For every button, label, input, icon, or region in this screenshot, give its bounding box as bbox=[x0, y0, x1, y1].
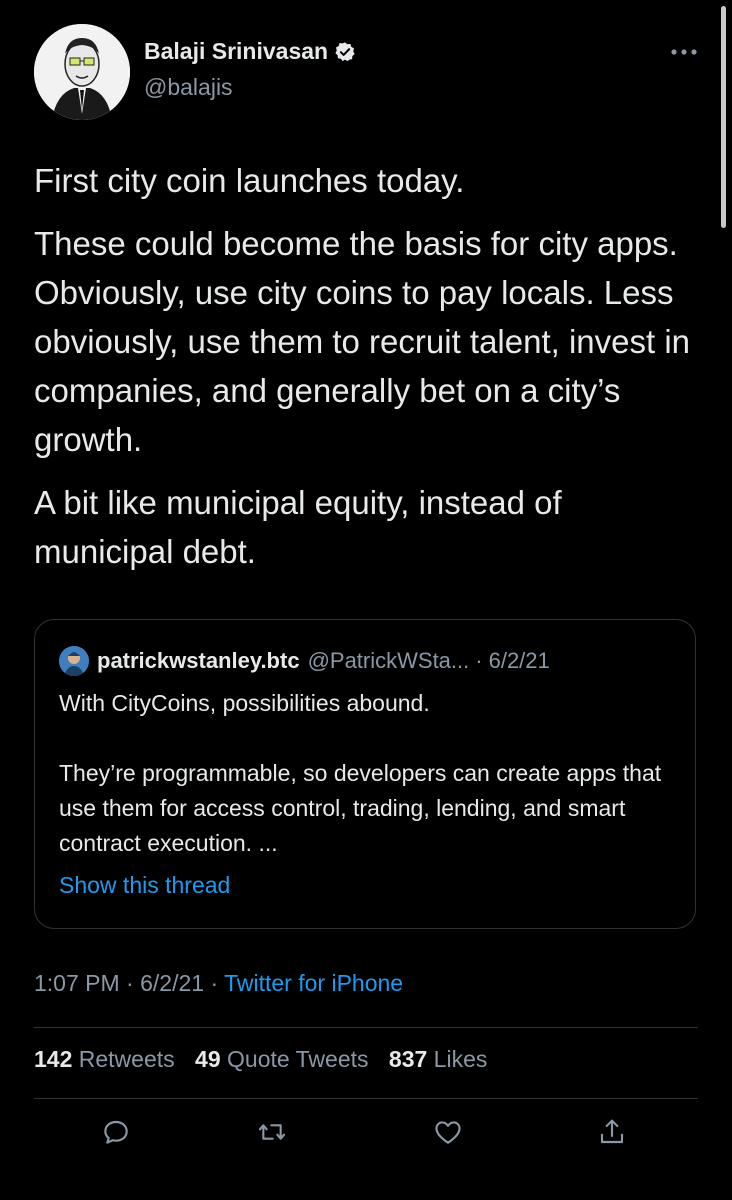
tweet-paragraph: These could become the basis for city ap… bbox=[34, 225, 691, 458]
tweet-meta: 1:07 PM · 6/2/21 · Twitter for iPhone bbox=[34, 970, 403, 997]
reply-icon[interactable] bbox=[100, 1116, 136, 1152]
retweets-count: 142 bbox=[34, 1046, 73, 1072]
likes-count: 837 bbox=[388, 1046, 428, 1072]
tweet-source[interactable]: Twitter for iPhone bbox=[224, 970, 403, 996]
quoted-paragraph: They’re programmable, so developers can … bbox=[59, 760, 662, 856]
like-icon[interactable] bbox=[432, 1116, 468, 1152]
tweet-date[interactable]: 6/2/21 bbox=[140, 970, 204, 996]
separator-dot: · bbox=[210, 970, 219, 996]
author-row: Balaji Srinivasan bbox=[144, 38, 356, 65]
separator-dot: · bbox=[475, 648, 483, 673]
tweet-text: First city coin launches today. These co… bbox=[34, 156, 702, 590]
quoted-tweet[interactable]: patrickwstanley.btc @PatrickWSta... · 6/… bbox=[34, 619, 696, 929]
quoted-avatar[interactable] bbox=[59, 646, 89, 676]
divider bbox=[34, 1027, 698, 1028]
author-handle[interactable]: @balajis bbox=[144, 74, 233, 101]
quote-tweets-stat[interactable]: 49 Quote Tweets bbox=[195, 1046, 368, 1072]
show-thread-link[interactable]: Show this thread bbox=[59, 872, 230, 899]
tweet-paragraph: First city coin launches today. bbox=[34, 162, 465, 199]
author-name[interactable]: Balaji Srinivasan bbox=[144, 38, 328, 65]
retweets-label: Retweets bbox=[78, 1046, 175, 1072]
tweet-paragraph: A bit like municipal equity, instead of … bbox=[34, 484, 562, 570]
retweet-icon[interactable] bbox=[256, 1116, 292, 1152]
share-icon[interactable] bbox=[596, 1116, 632, 1152]
likes-stat[interactable]: 837 Likes bbox=[389, 1046, 487, 1072]
quoted-date: 6/2/21 bbox=[488, 648, 550, 673]
tweet-header: Balaji Srinivasan @balajis bbox=[34, 24, 698, 124]
tweet-stats: 142 Retweets 49 Quote Tweets 837 Likes bbox=[34, 1046, 501, 1073]
action-bar bbox=[0, 1116, 732, 1156]
scrollbar[interactable] bbox=[721, 6, 726, 228]
quote-tweets-label: Quote Tweets bbox=[227, 1046, 369, 1072]
tweet-time[interactable]: 1:07 PM bbox=[34, 970, 120, 996]
likes-label: Likes bbox=[433, 1046, 488, 1072]
quoted-tweet-header: patrickwstanley.btc @PatrickWSta... · 6/… bbox=[59, 646, 550, 676]
verified-icon bbox=[335, 41, 355, 61]
quoted-tweet-text: With CityCoins, possibilities abound. Th… bbox=[59, 686, 675, 896]
quote-tweets-count: 49 bbox=[195, 1046, 221, 1072]
quoted-author-handle[interactable]: @PatrickWSta... bbox=[308, 648, 470, 674]
quoted-paragraph: With CityCoins, possibilities abound. bbox=[59, 690, 430, 716]
separator-dot: · bbox=[126, 970, 134, 996]
more-icon[interactable] bbox=[670, 44, 698, 56]
avatar[interactable] bbox=[34, 24, 130, 120]
retweets-stat[interactable]: 142 Retweets bbox=[34, 1046, 175, 1072]
quoted-author-name[interactable]: patrickwstanley.btc bbox=[97, 648, 300, 674]
divider bbox=[34, 1098, 698, 1099]
